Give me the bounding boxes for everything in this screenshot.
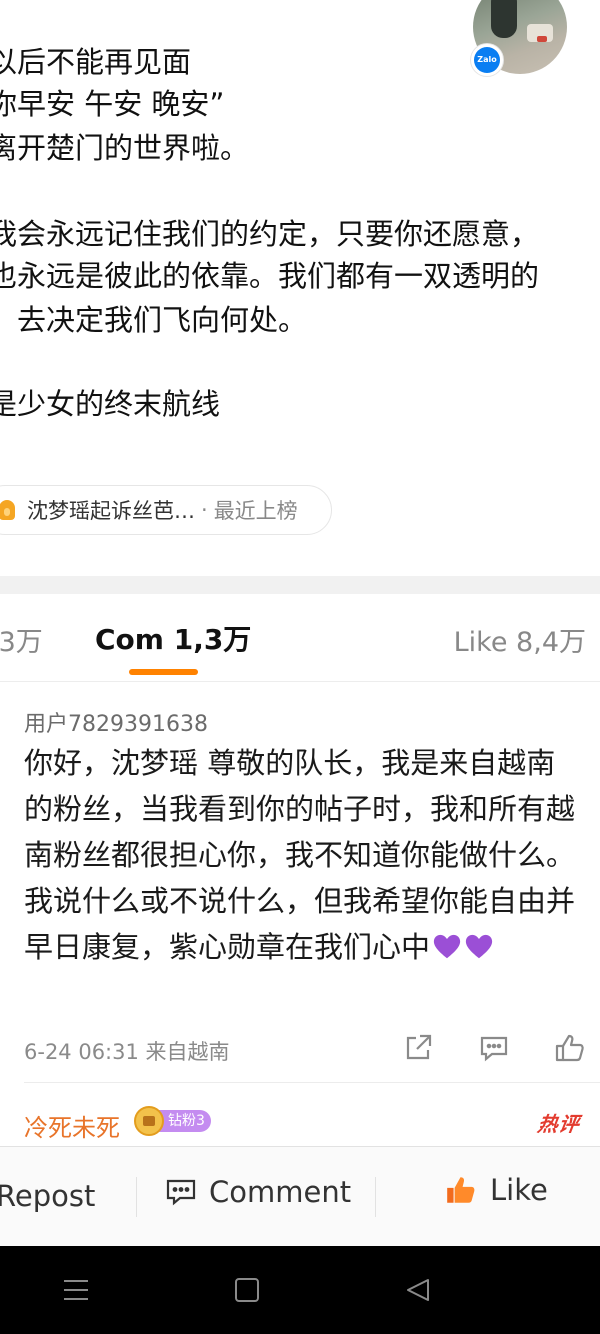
like-button-label: Like [490, 1173, 548, 1207]
thumb-up-icon [447, 1177, 475, 1203]
next-comment: 冷死未死 钻粉3 热评 [0, 1100, 600, 1144]
post-line: ，去决定我们飞向何处。 [0, 303, 308, 337]
next-comment-username[interactable]: 冷死未死 [24, 1108, 120, 1143]
post-line: 离开楚门的世界啦。 [0, 131, 250, 165]
purple-heart-icon [433, 934, 461, 959]
tab-comments[interactable]: Com 1,3万 [95, 618, 251, 658]
section-divider [0, 576, 600, 594]
zalo-icon: Zalo [474, 47, 500, 73]
topic-pill[interactable]: 沈梦瑶起诉丝芭… · 最近上榜 [0, 485, 332, 535]
reply-icon[interactable] [478, 1032, 510, 1064]
bottom-action-bar: Repost Comment Like [0, 1146, 600, 1246]
post-line: 也永远是彼此的依靠。我们都有一双透明的 [0, 259, 540, 293]
comment-button[interactable]: Comment [165, 1175, 351, 1209]
tab-likes[interactable]: Like 8,4万 [454, 620, 586, 659]
purple-heart-icon [465, 934, 493, 959]
repost-button[interactable]: Repost [0, 1179, 95, 1213]
post-line: 以后不能再见面 [0, 45, 192, 79]
back-icon[interactable] [404, 1276, 432, 1304]
comment-actions [402, 1032, 586, 1064]
hot-comment-tag: 热评 [536, 1112, 582, 1136]
comment-icon [166, 1179, 196, 1206]
post-body: 以后不能再见面 你早安 午安 晚安” 离开楚门的世界啦。 我会永远记住我们的约定… [0, 0, 600, 560]
post-line: 你早安 午安 晚安” [0, 87, 225, 121]
menu-icon[interactable] [62, 1277, 90, 1303]
zalo-badge: Zalo [471, 44, 503, 76]
crown-icon [134, 1106, 164, 1136]
thumb-up-icon[interactable] [554, 1032, 586, 1064]
topic-rank: 最近上榜 [213, 499, 298, 523]
action-separator [136, 1177, 137, 1217]
tab-bar: ,3万 Com 1,3万 Like 8,4万 [0, 594, 600, 682]
comment-meta: 6-24 06:31 来自越南 [24, 1040, 230, 1064]
like-button[interactable]: Like [444, 1173, 548, 1207]
fire-icon [0, 500, 15, 520]
fan-badge: 钻粉3 [134, 1106, 211, 1136]
comment-divider [24, 1082, 600, 1083]
comment-item: 用户7829391638 你好，沈梦瑶 尊敬的队长，我是来自越南的粉丝，当我看到… [0, 682, 600, 1084]
comment-button-label: Comment [209, 1175, 352, 1209]
comment-username[interactable]: 用户7829391638 [24, 706, 208, 738]
post-line: 是少女的终末航线 [0, 387, 221, 421]
system-nav-bar [0, 1246, 600, 1334]
share-icon[interactable] [402, 1032, 434, 1064]
tab-reposts[interactable]: ,3万 [0, 620, 43, 659]
action-separator [375, 1177, 376, 1217]
home-icon[interactable] [235, 1278, 259, 1302]
fan-badge-label: 钻粉3 [156, 1110, 211, 1132]
topic-title: 沈梦瑶起诉丝芭… [27, 499, 195, 523]
comment-text: 你好，沈梦瑶 尊敬的队长，我是来自越南的粉丝，当我看到你的帖子时，我和所有越南粉… [24, 740, 580, 970]
topic-separator: · [201, 498, 208, 522]
post-line: 我会永远记住我们的约定，只要你还愿意， [0, 217, 540, 251]
active-tab-indicator [129, 669, 198, 675]
